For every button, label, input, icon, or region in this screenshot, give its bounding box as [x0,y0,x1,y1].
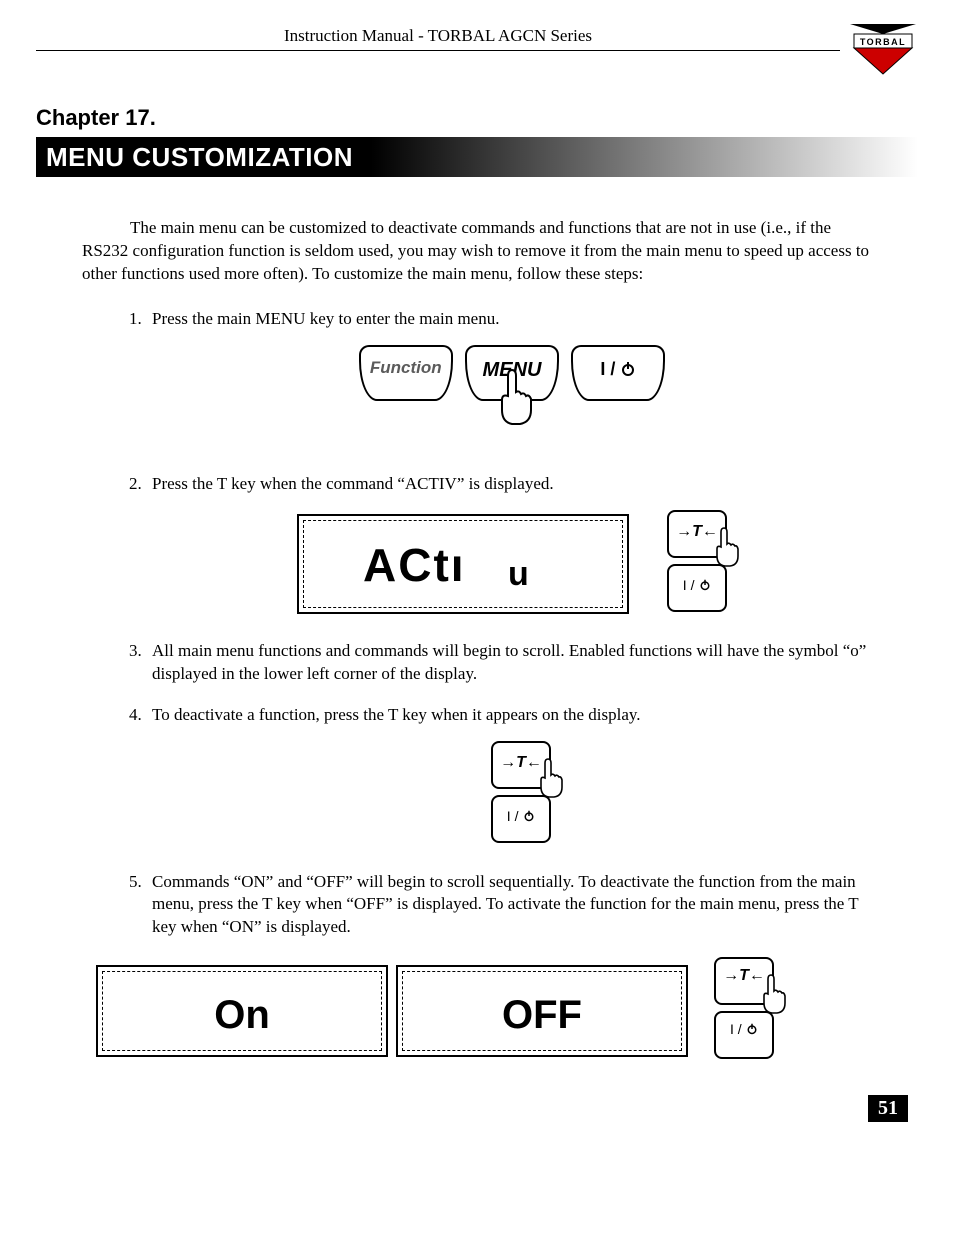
power-icon [746,1023,758,1035]
page-number: 51 [868,1095,908,1122]
figure-keys-row: Function MENU I / [152,345,872,451]
torbal-logo: TORBAL [848,22,918,77]
t-key: →T← [491,741,551,789]
power-icon [699,579,711,591]
figure-lcd-activ: ACtı u →T← I / [152,510,872,618]
lcd-off-text: OFF [462,986,622,1036]
power-key: I / [571,345,665,401]
svg-text:On: On [214,993,270,1036]
section-banner: MENU CUSTOMIZATION [36,137,918,177]
svg-text:ACtı: ACtı [363,539,466,591]
step-5: Commands “ON” and “OFF” will begin to sc… [146,871,872,940]
lcd-activ-text: ACtı u [353,535,573,593]
step-2: Press the T key when the command “ACTIV”… [146,473,872,618]
t-key: →T← [667,510,727,558]
t-key: →T← [714,957,774,1005]
lcd-on-text: On [182,986,302,1036]
doc-header-title: Instruction Manual - TORBAL AGCN Series [36,24,840,46]
figure-t-key: →T← I / [152,741,872,849]
intro-paragraph: The main menu can be customized to deact… [36,217,918,286]
step-3: All main menu functions and commands wil… [146,640,872,686]
header-rule [36,50,840,51]
power-icon [523,810,535,822]
lcd-off: OFF [396,965,688,1057]
menu-key: MENU [465,345,559,401]
hand-press-icon [488,366,548,443]
logo-text: TORBAL [860,37,906,47]
power-key-small: I / [491,795,551,843]
power-icon [620,361,636,377]
chapter-label: Chapter 17. [36,105,918,131]
figure-on-off: On OFF →T← I / [36,957,918,1065]
step-4: To deactivate a function, press the T ke… [146,704,872,849]
svg-text:OFF: OFF [502,993,582,1036]
power-key-small: I / [714,1011,774,1059]
step-1: Press the main MENU key to enter the mai… [146,308,872,451]
power-key-small: I / [667,564,727,612]
svg-text:u: u [508,555,529,593]
lcd-on: On [96,965,388,1057]
function-key: Function [359,345,453,401]
lcd-frame: ACtı u [297,514,629,614]
